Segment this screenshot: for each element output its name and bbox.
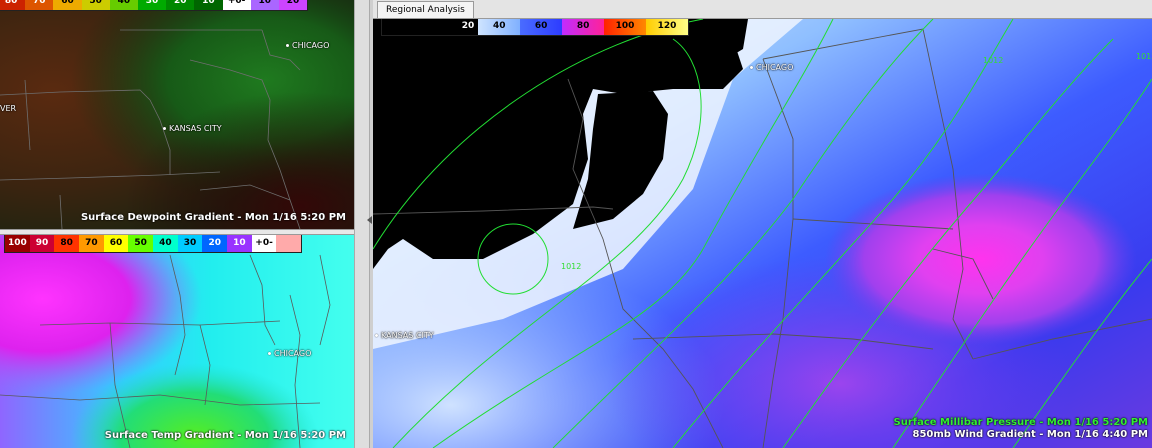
regional-analysis-map-image	[373, 19, 1152, 448]
legend-cell: 20	[202, 235, 228, 252]
legend-cell	[276, 235, 302, 252]
dewpoint-caption: Surface Dewpoint Gradient - Mon 1/16 5:2…	[80, 212, 346, 223]
wind-caption: 850mb Wind Gradient - Mon 1/16 4:40 PM	[912, 429, 1148, 440]
legend-cell: 30	[137, 0, 167, 10]
legend-cell: 40	[109, 0, 138, 10]
legend-cell: 70	[79, 235, 104, 252]
legend-cell: 80	[0, 0, 26, 10]
legend-cell: 40	[153, 235, 178, 252]
city-dot-icon	[163, 127, 166, 130]
legend-cell: +0-	[222, 0, 251, 10]
isobar-label: 1012	[561, 262, 582, 271]
legend-cell: 20	[278, 0, 308, 10]
legend-cell: 10	[227, 235, 252, 252]
temperature-legend: 100 90 80 70 60 50 40 30 20 10 +0-	[4, 235, 302, 253]
dewpoint-map-panel[interactable]: 80 70 60 50 40 30 20 10 +0- 10 20 CHICAG…	[0, 0, 354, 229]
legend-cell: 10	[250, 0, 279, 10]
legend-cell: 50	[128, 235, 154, 252]
legend-cell: 120	[646, 19, 688, 35]
pressure-caption: Surface Millibar Pressure - Mon 1/16 5:2…	[893, 417, 1148, 428]
city-chicago: CHICAGO	[286, 41, 329, 50]
vertical-splitter[interactable]	[354, 0, 370, 448]
isobar-label: 1012	[1136, 52, 1152, 61]
legend-cell: 50	[81, 0, 110, 10]
legend-cell: 100	[5, 235, 30, 252]
legend-cell: 60	[53, 0, 82, 10]
temperature-caption: Surface Temp Gradient - Mon 1/16 5:20 PM	[104, 430, 346, 441]
regional-analysis-legend: 20 40 60 80 100 120	[381, 19, 689, 36]
legend-cell: 60	[103, 235, 129, 252]
legend-cell: 80	[54, 235, 80, 252]
legend-cell: 40	[478, 19, 521, 35]
isobar-label: 1012	[983, 56, 1004, 65]
city-chicago: CHICAGO	[750, 63, 793, 72]
temperature-map-panel[interactable]: 100 90 80 70 60 50 40 30 20 10 +0- CHICA…	[0, 235, 354, 448]
legend-cell: 20	[166, 0, 195, 10]
regional-analysis-map-panel[interactable]: 20 40 60 80 100 120 CHICAGO KANSAS CITY …	[373, 19, 1152, 448]
dewpoint-map-image	[0, 0, 354, 229]
city-dot-icon	[286, 44, 289, 47]
city-dot-icon	[750, 66, 753, 69]
city-partial: VER	[0, 104, 17, 113]
legend-cell: 100	[604, 19, 647, 35]
legend-cell: 90	[29, 235, 55, 252]
dewpoint-legend: 80 70 60 50 40 30 20 10 +0- 10 20	[0, 0, 308, 11]
city-chicago: CHICAGO	[268, 349, 311, 358]
tab-regional-analysis[interactable]: Regional Analysis	[377, 1, 474, 18]
legend-cell: 30	[177, 235, 203, 252]
city-dot-icon	[375, 334, 378, 337]
city-kansas-city: KANSAS CITY	[163, 124, 222, 133]
tab-bar: Regional Analysis	[373, 0, 1152, 19]
legend-cell: 70	[25, 0, 54, 10]
city-kansas-city: KANSAS CITY	[375, 331, 434, 340]
legend-cell: 10	[194, 0, 223, 10]
city-dot-icon	[268, 352, 271, 355]
legend-cell: 20	[382, 19, 479, 35]
legend-cell: 80	[562, 19, 605, 35]
legend-cell: +0-	[251, 235, 277, 252]
temperature-map-image	[0, 235, 354, 448]
legend-cell: 60	[520, 19, 563, 35]
